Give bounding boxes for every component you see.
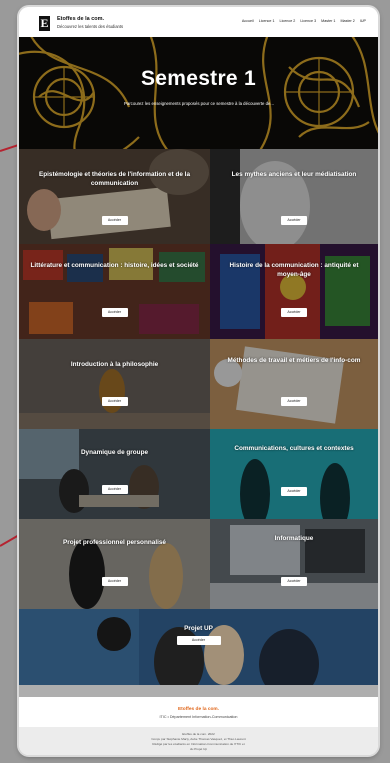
access-button[interactable]: Accéder	[101, 216, 128, 225]
nav-licence-2[interactable]: Licence 2	[280, 19, 296, 23]
hero-subtitle: Parcourez les enseignements proposés pou…	[124, 101, 274, 106]
site-footer: Etoffes de la com. ITIC • Département In…	[19, 697, 378, 727]
site-logo[interactable]: E	[39, 16, 50, 31]
access-button[interactable]: Accéder	[281, 216, 307, 225]
access-button[interactable]: Accéder	[281, 577, 307, 586]
nav-master-1[interactable]: Master 1	[321, 19, 335, 23]
hero-overlay	[19, 37, 378, 149]
credits-line-3: du Projet Up	[189, 747, 208, 751]
copyright-text: Etoffes de la com. 2022	[182, 732, 215, 736]
browser-page: E Etoffes de la com. Découvrez les talen…	[19, 7, 378, 755]
credits-line-2: Rédigé par les étudiants en Information-…	[152, 742, 245, 746]
access-button[interactable]: Accéder	[101, 308, 128, 317]
course-tile-philosophie[interactable]: Introduction à la philosophie Accéder	[19, 339, 210, 429]
site-header: E Etoffes de la com. Découvrez les talen…	[19, 7, 378, 37]
course-tile-dynamique[interactable]: Dynamique de groupe Accéder	[19, 429, 210, 519]
course-title: Dynamique de groupe	[80, 449, 149, 456]
course-title: Littérature et communication : histoire,…	[30, 262, 199, 269]
course-title: Informatique	[274, 535, 314, 542]
course-tile-histoire-com[interactable]: Histoire de la communication : antiquité…	[210, 244, 378, 339]
course-title: Projet professionnel personnalisé	[63, 539, 166, 546]
footer-credits: Etoffes de la com. 2022 Conçu par Stépha…	[19, 727, 378, 755]
page-title: Semestre 1	[140, 67, 257, 90]
access-button[interactable]: Accéder	[176, 636, 221, 645]
access-button[interactable]: Accéder	[101, 577, 128, 586]
nav-master-2[interactable]: Master 2	[340, 19, 354, 23]
course-tile-mythes[interactable]: Les mythes anciens et leur médiatisation…	[210, 149, 378, 244]
course-title: Introduction à la philosophie	[70, 361, 159, 368]
course-tile-methodes[interactable]: Méthodes de travail et métiers de l'info…	[210, 339, 378, 429]
course-tile-communications[interactable]: Communications, cultures et contextes Ac…	[210, 429, 378, 519]
nav-accueil[interactable]: Accueil	[242, 19, 254, 23]
nav-licence-3[interactable]: Licence 3	[300, 19, 316, 23]
course-tile-projet-up[interactable]: Projet UP Accéder	[19, 609, 378, 697]
main-nav: Accueil Licence 1 Licence 2 Licence 3 Ma…	[242, 19, 366, 23]
access-button[interactable]: Accéder	[281, 487, 307, 496]
course-title: Epistémologie et théories de l'informati…	[38, 171, 191, 187]
site-title[interactable]: Etoffes de la com.	[57, 16, 104, 22]
course-tile-projet-pro[interactable]: Projet professionnel personnalisé Accéde…	[19, 519, 210, 609]
course-tile-litterature[interactable]: Littérature et communication : histoire,…	[19, 244, 210, 339]
hero-banner: Semestre 1 Parcourez les enseignements p…	[19, 37, 378, 149]
access-button[interactable]: Accéder	[101, 397, 128, 406]
access-button[interactable]: Accéder	[281, 397, 307, 406]
course-title: Histoire de la communication : antiquité…	[229, 262, 359, 278]
course-title: Projet UP	[184, 625, 213, 632]
course-title: Les mythes anciens et leur médiatisation	[231, 171, 357, 178]
site-tagline: Découvrez les talents des étudiants	[57, 24, 124, 29]
credits-line-1: Conçu par Stéphanie Marty, Aube Thomas V…	[151, 737, 246, 741]
access-button[interactable]: Accéder	[281, 308, 307, 317]
course-tile-informatique[interactable]: Informatique Accéder	[210, 519, 378, 609]
nav-iup[interactable]: IUP	[360, 19, 366, 23]
course-title: Communications, cultures et contextes	[234, 445, 354, 452]
course-title: Méthodes de travail et métiers de l'info…	[227, 357, 361, 364]
nav-licence-1[interactable]: Licence 1	[259, 19, 275, 23]
footer-brand[interactable]: Etoffes de la com.	[19, 707, 378, 712]
access-button[interactable]: Accéder	[101, 485, 128, 494]
footer-department: ITIC • Département Information-Communica…	[159, 715, 238, 719]
course-tile-epistemologie[interactable]: Epistémologie et théories de l'informati…	[19, 149, 210, 244]
